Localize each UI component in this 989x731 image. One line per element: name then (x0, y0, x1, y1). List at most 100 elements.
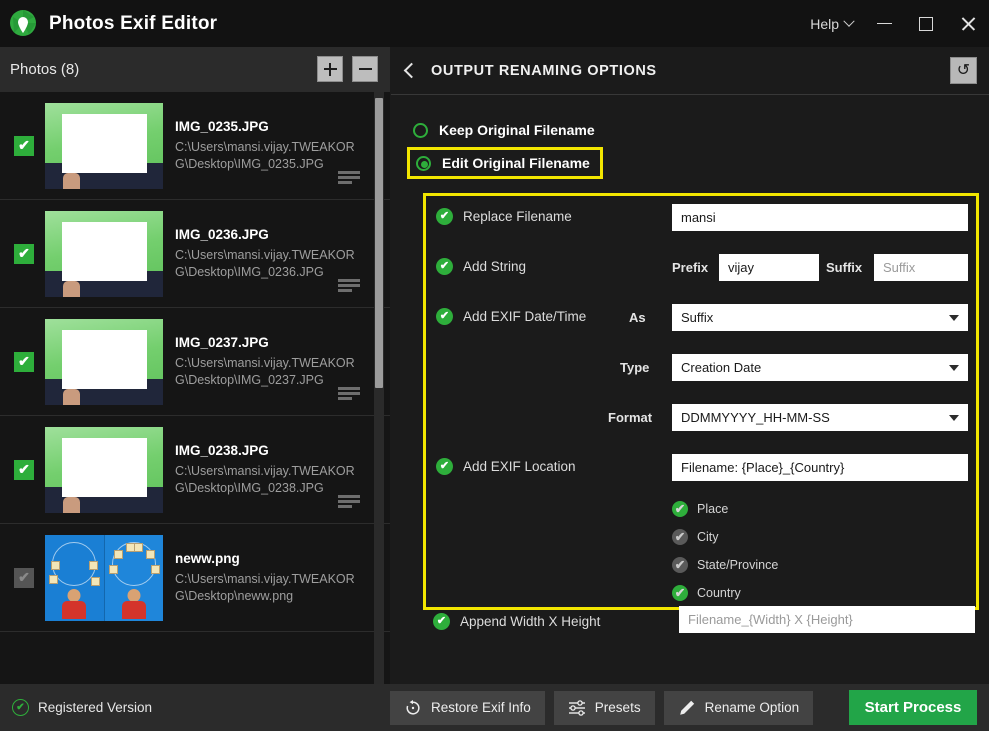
app-window: Photos Exif Editor Help Photos (8) (0, 0, 989, 731)
photos-panel: Photos (8) ✔ IMG_0235.JPG (0, 47, 390, 684)
radio-keep-original-filename[interactable]: Keep Original Filename (413, 115, 595, 145)
row-filepath: C:\Users\mansi.vijay.TWEAKORG\Desktop\IM… (175, 139, 356, 173)
option-add-string[interactable]: ✔ Add String (436, 258, 526, 275)
option-add-exif-datetime[interactable]: ✔ Add EXIF Date/Time (436, 308, 586, 325)
check-circle-icon[interactable]: ✔ (672, 557, 688, 573)
list-item[interactable]: ✔ IMG_0236.JPG C:\Users\mansi.vijay.TWEA… (0, 200, 390, 308)
row-meta: neww.png C:\Users\mansi.vijay.TWEAKORG\D… (175, 551, 390, 605)
start-process-button[interactable]: Start Process (849, 690, 977, 725)
row-filepath: C:\Users\mansi.vijay.TWEAKORG\Desktop\IM… (175, 247, 356, 281)
photo-list[interactable]: ✔ IMG_0235.JPG C:\Users\mansi.vijay.TWEA… (0, 92, 390, 684)
rename-option-button[interactable]: Rename Option (664, 691, 814, 725)
prefix-label: Prefix (672, 260, 708, 275)
option-label: Append Width X Height (460, 614, 600, 629)
row-checkbox[interactable]: ✔ (14, 352, 34, 372)
close-button[interactable] (947, 0, 989, 47)
location-option-country[interactable]: ✔ Country (672, 585, 741, 601)
datetime-as-select[interactable]: Suffix (672, 304, 968, 331)
thumbnail (45, 319, 163, 405)
check-circle-icon[interactable]: ✔ (672, 501, 688, 517)
restore-icon (404, 699, 422, 717)
datetime-type-select[interactable]: Creation Date (672, 354, 968, 381)
option-label: Add EXIF Date/Time (463, 309, 586, 324)
append-width-height-input[interactable]: Filename_{Width} X {Height} (679, 606, 975, 633)
radio-circle-icon (413, 123, 428, 138)
page-title: OUTPUT RENAMING OPTIONS (431, 63, 657, 79)
option-append-width-height[interactable]: ✔ Append Width X Height (433, 613, 600, 630)
scrollbar-thumb[interactable] (375, 98, 383, 388)
option-add-exif-location[interactable]: ✔ Add EXIF Location (436, 458, 576, 475)
back-chevron-icon[interactable] (404, 63, 420, 79)
row-filename: IMG_0237.JPG (175, 335, 356, 350)
maximize-icon (919, 17, 933, 31)
row-checkbox[interactable]: ✔ (14, 568, 34, 588)
option-label: Add EXIF Location (463, 459, 576, 474)
minimize-button[interactable] (863, 0, 905, 47)
chevron-down-icon (949, 365, 959, 371)
check-circle-icon[interactable]: ✔ (672, 585, 688, 601)
location-option-city[interactable]: ✔ City (672, 529, 719, 545)
maximize-button[interactable] (905, 0, 947, 47)
row-filename: IMG_0238.JPG (175, 443, 356, 458)
reset-icon: ↺ (957, 63, 970, 79)
hamburger-menu-icon[interactable] (338, 279, 360, 291)
row-checkbox[interactable]: ✔ (14, 136, 34, 156)
location-option-label: City (697, 530, 719, 544)
aperture-location-pin-icon (9, 9, 39, 39)
bottom-toolbar: ✔ Registered Version Restore Exif Info P… (0, 684, 989, 731)
hamburger-menu-icon[interactable] (338, 387, 360, 399)
reset-button[interactable]: ↺ (950, 57, 977, 84)
replace-filename-input[interactable]: mansi (672, 204, 968, 231)
check-circle-icon[interactable]: ✔ (436, 458, 453, 475)
list-item[interactable]: ✔ IMG_0238.JPG C:\Users\mansi.vijay.TWEA… (0, 416, 390, 524)
help-label: Help (810, 16, 839, 32)
row-checkbox[interactable]: ✔ (14, 244, 34, 264)
thumbnail (45, 103, 163, 189)
row-filename: IMG_0235.JPG (175, 119, 356, 134)
location-option-state-province[interactable]: ✔ State/Province (672, 557, 778, 573)
row-meta: IMG_0237.JPG C:\Users\mansi.vijay.TWEAKO… (175, 335, 390, 389)
output-renaming-panel: OUTPUT RENAMING OPTIONS ↺ Keep Original … (391, 47, 989, 684)
datetime-format-select[interactable]: DDMMYYYY_HH-MM-SS (672, 404, 968, 431)
location-option-place[interactable]: ✔ Place (672, 501, 728, 517)
hamburger-menu-icon[interactable] (338, 495, 360, 507)
suffix-input[interactable]: Suffix (874, 254, 968, 281)
check-circle-icon[interactable]: ✔ (436, 258, 453, 275)
list-item[interactable]: ✔ IMG_0237.JPG C:\Users\mansi.vijay.TWEA… (0, 308, 390, 416)
hamburger-menu-icon[interactable] (338, 171, 360, 183)
thumbnail (45, 211, 163, 297)
photo-list-scrollbar[interactable] (374, 92, 384, 684)
list-item[interactable]: ✔ IMG_0235.JPG C:\Users\mansi.vijay.TWEA… (0, 92, 390, 200)
check-circle-icon[interactable]: ✔ (436, 308, 453, 325)
check-circle-icon[interactable]: ✔ (433, 613, 450, 630)
list-item[interactable]: ✔ (0, 524, 390, 632)
button-label: Rename Option (705, 700, 800, 715)
restore-exif-info-button[interactable]: Restore Exif Info (390, 691, 545, 725)
add-photos-button[interactable] (317, 56, 343, 82)
prefix-input[interactable]: vijay (719, 254, 819, 281)
radio-circle-icon (416, 156, 431, 171)
help-menu-button[interactable]: Help (800, 0, 863, 47)
button-label: Start Process (865, 699, 962, 716)
radio-label: Keep Original Filename (439, 122, 595, 138)
minimize-icon (877, 23, 892, 25)
presets-button[interactable]: Presets (554, 691, 655, 725)
filename-mode-radiogroup: Keep Original Filename Edit Original Fil… (391, 95, 989, 179)
row-checkbox[interactable]: ✔ (14, 460, 34, 480)
remove-photos-button[interactable] (352, 56, 378, 82)
row-meta: IMG_0238.JPG C:\Users\mansi.vijay.TWEAKO… (175, 443, 390, 497)
check-circle-icon[interactable]: ✔ (436, 208, 453, 225)
check-circle-icon[interactable]: ✔ (672, 529, 688, 545)
row-filepath: C:\Users\mansi.vijay.TWEAKORG\Desktop\ne… (175, 571, 356, 605)
photos-panel-actions (317, 56, 378, 82)
option-replace-filename[interactable]: ✔ Replace Filename (436, 208, 572, 225)
exif-location-input[interactable]: Filename: {Place}_{Country} (672, 454, 968, 481)
location-option-label: Place (697, 502, 728, 516)
pencil-icon (678, 699, 696, 717)
title-bar: Photos Exif Editor Help (0, 0, 989, 47)
suffix-label: Suffix (826, 260, 862, 275)
thumbnail (45, 535, 163, 621)
radio-edit-original-filename[interactable]: Edit Original Filename (407, 147, 603, 179)
location-option-label: State/Province (697, 558, 778, 572)
renaming-options-group: ✔ Replace Filename mansi ✔ Add String Pr… (423, 193, 979, 610)
